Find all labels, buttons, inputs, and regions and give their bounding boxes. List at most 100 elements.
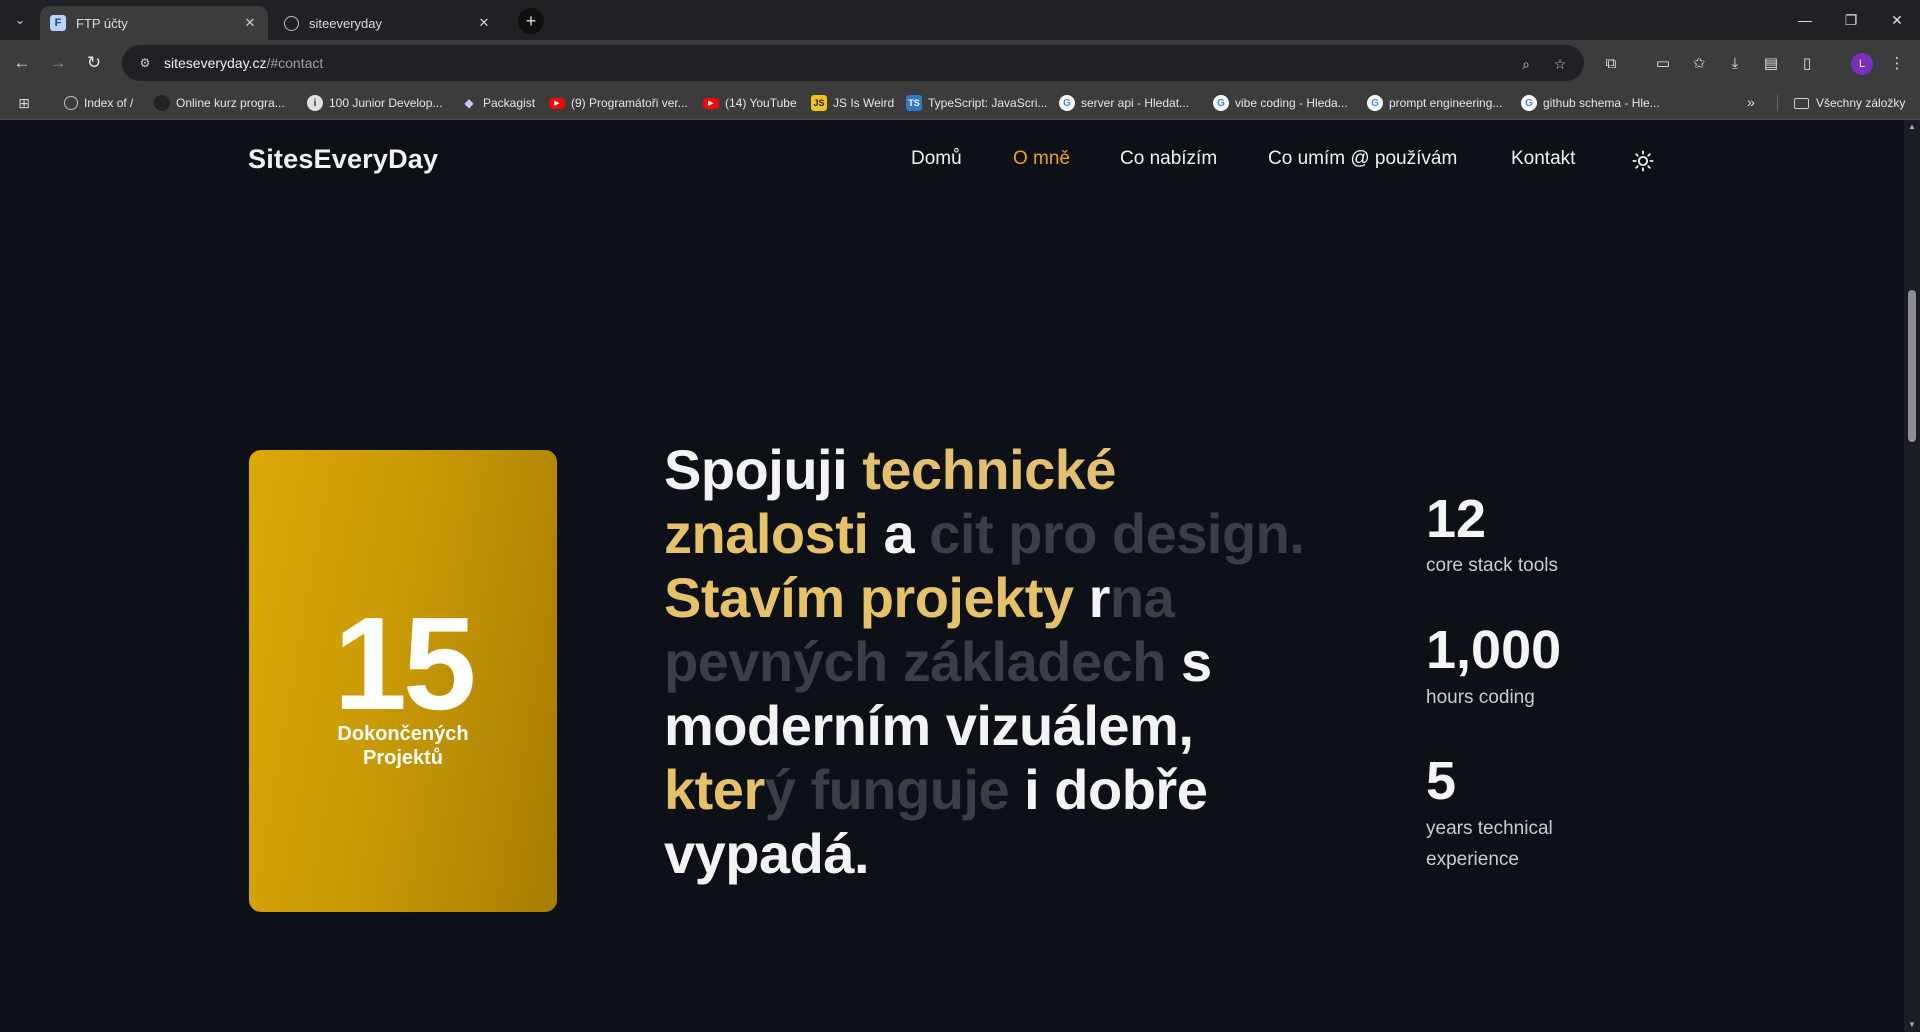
ftp-favicon-icon: F (50, 15, 66, 31)
side-panel-icon[interactable]: ▤ (1760, 52, 1782, 74)
bookmark-label: github schema - Hle... (1543, 96, 1660, 110)
close-window-icon[interactable]: ✕ (1874, 0, 1920, 40)
headline-part: pevných základech (664, 630, 1166, 693)
tab-search-chevron-icon[interactable]: ⌄ (8, 8, 32, 32)
bookmark-packagist[interactable]: ◆ Packagist (461, 93, 535, 113)
bookmark-github-schema[interactable]: G github schema - Hle... (1521, 93, 1660, 113)
projects-label: Dokončených Projektů (249, 722, 557, 770)
bookmark-label: TypeScript: JavaScri... (928, 96, 1048, 110)
nav-o-mne[interactable]: O mně (1013, 148, 1070, 170)
extensions-icon[interactable]: ⧉ (1600, 52, 1622, 74)
bookmark-label: 100 Junior Develop... (329, 96, 443, 110)
all-bookmarks-folder[interactable]: Všechny záložky (1794, 93, 1905, 113)
folder-icon (1794, 97, 1809, 109)
projects-count: 15 (333, 590, 477, 737)
scroll-down-icon[interactable]: ▼ (1908, 1020, 1916, 1029)
bookmarks-bar: ⊞ Index of / Online kurz progra... i 100… (0, 86, 1920, 120)
profile-avatar[interactable]: L (1851, 53, 1873, 75)
headline-part: r (1088, 566, 1111, 629)
google-icon: G (1367, 95, 1383, 111)
bookmark-star-icon[interactable]: ☆ (1550, 54, 1570, 74)
site-logo[interactable]: SitesEveryDay (248, 144, 438, 175)
ts-icon: TS (906, 95, 922, 111)
stat-hours-label: hours coding (1426, 687, 1535, 708)
bookmark-js-is-weird[interactable]: JS JS Is Weird (811, 93, 894, 113)
bookmark-label: (14) YouTube (725, 96, 797, 110)
google-icon: G (1521, 95, 1537, 111)
bookmark-index[interactable]: Index of / (64, 93, 133, 113)
bookmark-server-api[interactable]: G server api - Hledat... (1059, 93, 1189, 113)
bookmarks-overflow-icon[interactable]: » (1747, 94, 1755, 110)
web-page: SitesEveryDay Domů O mně Co nabízím Co u… (0, 120, 1904, 1032)
bookmark-vibe-coding[interactable]: G vibe coding - Hleda... (1213, 93, 1348, 113)
bookmark-label: vibe coding - Hleda... (1235, 96, 1348, 110)
menu-dots-icon[interactable]: ⋮ (1886, 52, 1908, 74)
bookmarks-divider (1777, 95, 1778, 111)
restore-icon[interactable]: ❐ (1828, 0, 1874, 40)
bookmark-label: Index of / (84, 96, 134, 110)
scrollbar-thumb[interactable] (1908, 290, 1916, 442)
site-settings-icon[interactable]: ⚙ (136, 54, 154, 72)
reload-icon[interactable]: ↻ (80, 49, 108, 77)
nav-kontakt[interactable]: Kontakt (1511, 148, 1575, 170)
headline-part: i dobře (1009, 758, 1208, 821)
projects-count-card: 15 Dokončených Projektů (249, 450, 557, 912)
tab-siteeveryday[interactable]: siteeveryday ✕ (274, 6, 502, 40)
stat-tools-value: 12 (1426, 489, 1487, 549)
youtube-icon: ▶ (549, 97, 565, 109)
bookmark-youtube[interactable]: ▶ (14) YouTube (703, 93, 797, 113)
github-icon (154, 95, 170, 111)
scroll-up-icon[interactable]: ▲ (1908, 122, 1916, 131)
headline-part: moderním vizuálem, (664, 694, 1194, 757)
favorites-icon[interactable]: ✩ (1688, 52, 1710, 74)
minimize-icon[interactable]: — (1782, 0, 1828, 40)
apps-grid-icon[interactable]: ⊞ (16, 95, 32, 111)
youtube-icon: ▶ (703, 97, 719, 109)
url-host: siteseveryday.cz (164, 55, 267, 71)
headline-part: Stavím projekty (664, 566, 1089, 629)
bookmark-typescript[interactable]: TS TypeScript: JavaScri... (906, 93, 1047, 113)
globe-icon (64, 96, 78, 110)
bookmark-online-kurz[interactable]: Online kurz progra... (154, 93, 285, 113)
google-icon: G (1213, 95, 1229, 111)
page-scrollbar[interactable]: ▲ ▼ (1904, 120, 1920, 1032)
bookmark-label: Packagist (483, 96, 536, 110)
theme-toggle-sun-icon[interactable] (1630, 148, 1656, 174)
headline-part: na (1109, 566, 1175, 629)
stat-years-label: years technical experience (1426, 818, 1553, 870)
projects-label-line2: Projektů (362, 747, 444, 769)
stat-years-value: 5 (1426, 751, 1457, 811)
packagist-icon: ◆ (464, 96, 474, 110)
tab-close-icon[interactable]: ✕ (476, 15, 492, 31)
browser-toolbar: ← → ↻ ⚙ siteseveryday.cz /#contact ⌕ ☆ ⧉… (0, 40, 1920, 86)
bookmark-programatori[interactable]: ▶ (9) Programátoři ver... (549, 93, 688, 113)
nav-co-umim[interactable]: Co umím @ používám (1268, 148, 1457, 170)
browser-tab-bar: ⌄ F FTP účty ✕ siteeveryday ✕ + — ❐ ✕ (0, 0, 1920, 40)
tab-title: FTP účty (76, 15, 128, 31)
bookmark-100-junior[interactable]: i 100 Junior Develop... (307, 93, 442, 113)
reading-mode-icon[interactable]: ▯ (1796, 52, 1818, 74)
payment-card-icon[interactable]: ▭ (1652, 52, 1674, 74)
tab-ftp[interactable]: F FTP účty ✕ (40, 6, 268, 40)
js-icon: JS (811, 95, 827, 111)
headline-part: a (868, 502, 930, 565)
download-icon[interactable]: ⤓ (1724, 52, 1746, 74)
tab-title: siteeveryday (309, 15, 382, 31)
new-tab-button[interactable]: + (518, 8, 544, 34)
address-bar[interactable]: ⚙ siteseveryday.cz /#contact ⌕ ☆ (122, 45, 1584, 81)
bookmark-label: JS Is Weird (833, 96, 895, 110)
bookmark-label: prompt engineering... (1389, 96, 1503, 110)
nav-domu[interactable]: Domů (911, 148, 962, 170)
tab-close-icon[interactable]: ✕ (242, 15, 258, 31)
nav-co-nabizim[interactable]: Co nabízím (1120, 148, 1217, 170)
headline-part: cit pro design. (929, 502, 1305, 565)
headline-part: Spojuji (664, 438, 863, 501)
zoom-icon[interactable]: ⌕ (1516, 54, 1536, 74)
bookmark-prompt-engineering[interactable]: G prompt engineering... (1367, 93, 1502, 113)
back-arrow-icon[interactable]: ← (8, 49, 36, 77)
headline-part: znalosti (664, 502, 869, 565)
headline-part: technické (862, 438, 1117, 501)
headline-part: s (1165, 630, 1212, 693)
forward-arrow-icon[interactable]: → (44, 49, 72, 77)
info-icon: i (307, 95, 323, 111)
